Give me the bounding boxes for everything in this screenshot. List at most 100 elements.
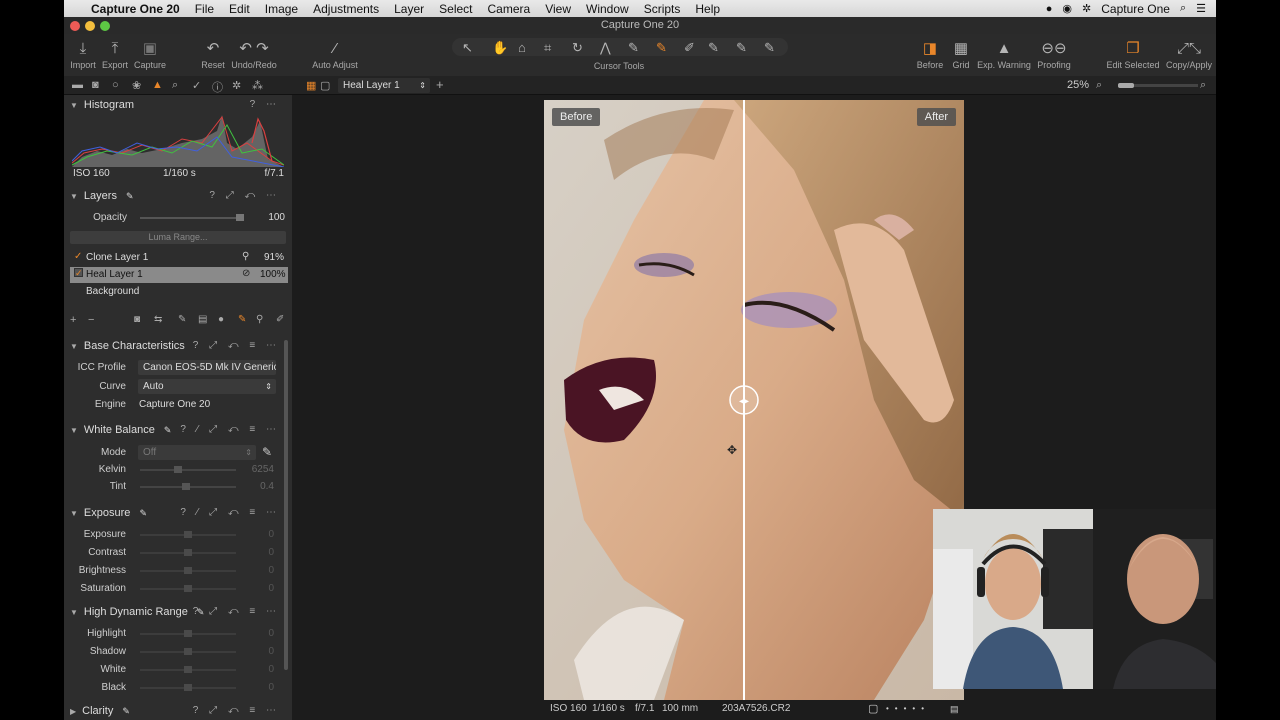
icc-profile-dropdown[interactable]: Canon EOS-5D Mk IV Generic — [138, 360, 276, 375]
menu-app-name[interactable]: Capture One 20 — [91, 2, 180, 16]
exposure-slider[interactable] — [140, 531, 236, 538]
heal-brush-icon[interactable]: ✎ — [656, 40, 667, 56]
collapse-arrow-icon[interactable]: ▼ — [70, 608, 78, 617]
layers-header[interactable]: ▼ Layers ✎ ? ⤢ ↶ ⋯ — [64, 186, 284, 206]
stamp-icon[interactable]: ⚲ — [256, 314, 263, 325]
single-view-icon[interactable]: ▢ — [320, 79, 330, 92]
layer-checkbox-icon[interactable]: ✓ — [74, 251, 82, 262]
gradient-icon[interactable]: ▤ — [198, 314, 207, 325]
layer-checkbox-icon[interactable]: ✓ — [74, 268, 83, 278]
slider-knob[interactable] — [184, 684, 192, 691]
collapse-arrow-icon[interactable]: ▼ — [70, 101, 78, 110]
proofing-button[interactable]: ⊖⊖ Proofing — [1034, 38, 1074, 70]
brightness-value[interactable]: 0 — [244, 565, 274, 576]
before-button[interactable]: ◨ Before — [914, 38, 946, 70]
color-tab-icon[interactable]: ❀ — [132, 79, 141, 92]
eraser-icon[interactable]: ✐ — [276, 314, 284, 325]
luma-range-button[interactable]: Luma Range... — [70, 231, 286, 244]
collapse-arrow-icon[interactable]: ▼ — [70, 509, 78, 518]
globe-icon[interactable]: ◉ — [1062, 2, 1072, 15]
erase-mask-icon[interactable]: ✎ — [708, 40, 719, 56]
output-tab-icon[interactable]: ✲ — [232, 79, 241, 92]
zoom-in-icon[interactable]: ⌕ — [1200, 79, 1206, 92]
contrast-slider[interactable] — [140, 549, 236, 556]
reset-button[interactable]: ↶ Reset — [198, 38, 228, 70]
contrast-value[interactable]: 0 — [244, 547, 274, 558]
layer-row-selected[interactable]: ✓ Heal Layer 1 ⊘ 100% — [70, 267, 288, 283]
section-tools-icons[interactable]: ? ⁄ ⤢ ↶ ≡ ⋯ — [180, 503, 280, 523]
capture-button[interactable]: ▣ Capture — [134, 38, 166, 70]
slider-knob[interactable] — [184, 549, 192, 556]
opacity-slider-knob[interactable] — [236, 214, 244, 221]
mask-view-icon[interactable]: ◙ — [134, 314, 140, 325]
menu-camera[interactable]: Camera — [488, 2, 531, 16]
section-tools-icons[interactable]: ? ⤢ ↶ ≡ ⋯ — [193, 336, 280, 356]
capture-tab-icon[interactable]: ◙ — [92, 79, 99, 91]
brush-icon[interactable]: ✎ — [178, 314, 186, 325]
spotlight-search-icon[interactable]: ⌕ — [1180, 2, 1186, 15]
brightness-slider[interactable] — [140, 567, 236, 574]
section-tools-icons[interactable]: ? ⋯ — [250, 95, 280, 115]
adjustments-tab-icon[interactable]: ✓ — [192, 79, 201, 92]
tint-value[interactable]: 0.4 — [244, 481, 274, 492]
rating-dots[interactable]: ••••• — [886, 700, 930, 718]
library-tab-icon[interactable]: ▬ — [72, 79, 83, 91]
wb-mode-dropdown[interactable]: Off ⇕ — [138, 445, 256, 460]
picker-icon[interactable]: ✎ — [628, 40, 639, 56]
black-value[interactable]: 0 — [244, 682, 274, 693]
remove-layer-icon[interactable]: − — [88, 314, 94, 326]
exp-warning-button[interactable]: ▲ Exp. Warning — [976, 38, 1032, 70]
pencil-icon[interactable]: ✎ — [164, 425, 172, 435]
panel-scrollbar[interactable] — [284, 340, 288, 670]
zoom-level[interactable]: 25% — [1067, 79, 1089, 91]
portrait-photo[interactable]: ◂▸ ✥ Before After — [544, 100, 964, 700]
heal-icon[interactable]: ✎ — [238, 314, 246, 325]
zoom-window-button[interactable] — [100, 21, 110, 31]
menu-edit[interactable]: Edit — [229, 2, 250, 16]
saturation-value[interactable]: 0 — [244, 583, 274, 594]
zoom-slider[interactable] — [1118, 83, 1198, 88]
wb-picker-icon[interactable]: ✎ — [262, 445, 272, 459]
slider-knob[interactable] — [184, 630, 192, 637]
white-balance-header[interactable]: ▼ White Balance ✎ ? ⁄ ⤢ ↶ ≡ ⋯ — [64, 420, 284, 440]
gear-icon[interactable]: ✲ — [1082, 2, 1091, 15]
slider-knob[interactable] — [184, 585, 192, 592]
undo-redo-button[interactable]: ↶ ↷ Undo/Redo — [230, 38, 278, 70]
radial-icon[interactable]: ● — [218, 314, 224, 325]
kelvin-value[interactable]: 6254 — [244, 464, 274, 475]
slider-knob[interactable] — [184, 567, 192, 574]
menu-right-app-label[interactable]: Capture One — [1101, 2, 1170, 16]
layer-row[interactable]: ✓ Clone Layer 1 ⚲ 91% — [70, 250, 288, 266]
highlight-slider[interactable] — [140, 630, 236, 637]
collapse-arrow-icon[interactable]: ▼ — [70, 342, 78, 351]
slider-knob[interactable] — [184, 648, 192, 655]
select-cursor-icon[interactable]: ↖ — [462, 40, 473, 56]
gradient-mask-icon[interactable]: ✎ — [736, 40, 747, 56]
status-check-icon[interactable]: ● — [1046, 3, 1053, 15]
import-button[interactable]: ⤓ Import — [68, 38, 98, 70]
swap-icon[interactable]: ⇆ — [154, 314, 162, 325]
auto-adjust-button[interactable]: ⁄ Auto Adjust — [310, 38, 360, 70]
black-slider[interactable] — [140, 684, 236, 691]
slider-knob[interactable] — [174, 466, 182, 473]
notification-list-icon[interactable]: ☰ — [1196, 2, 1206, 15]
rotate-icon[interactable]: ↻ — [572, 40, 583, 56]
kelvin-slider[interactable] — [140, 466, 236, 473]
slider-knob[interactable] — [184, 531, 192, 538]
copy-apply-button[interactable]: ⤢⤡ Copy/Apply — [1164, 38, 1214, 70]
annotate-icon[interactable]: ✎ — [764, 40, 775, 56]
color-tag-icon[interactable]: ▤ — [950, 700, 959, 718]
menu-window[interactable]: Window — [586, 2, 629, 16]
slider-knob[interactable] — [184, 666, 192, 673]
add-layer-icon[interactable]: + — [70, 314, 76, 326]
add-layer-icon[interactable]: + — [436, 77, 444, 92]
batch-tab-icon[interactable]: ⁂ — [252, 79, 263, 92]
base-characteristics-header[interactable]: ▼ Base Characteristics ? ⤢ ↶ ≡ ⋯ — [64, 336, 284, 356]
exposure-header[interactable]: ▼ Exposure ✎ ? ⁄ ⤢ ↶ ≡ ⋯ — [64, 503, 284, 523]
slider-knob[interactable] — [182, 483, 190, 490]
keystone-icon[interactable]: ⋀ — [600, 40, 611, 56]
shadow-slider[interactable] — [140, 648, 236, 655]
curve-dropdown[interactable]: Auto ⇕ — [138, 379, 276, 394]
expand-arrow-icon[interactable]: ▶ — [70, 707, 76, 716]
menu-layer[interactable]: Layer — [394, 2, 424, 16]
